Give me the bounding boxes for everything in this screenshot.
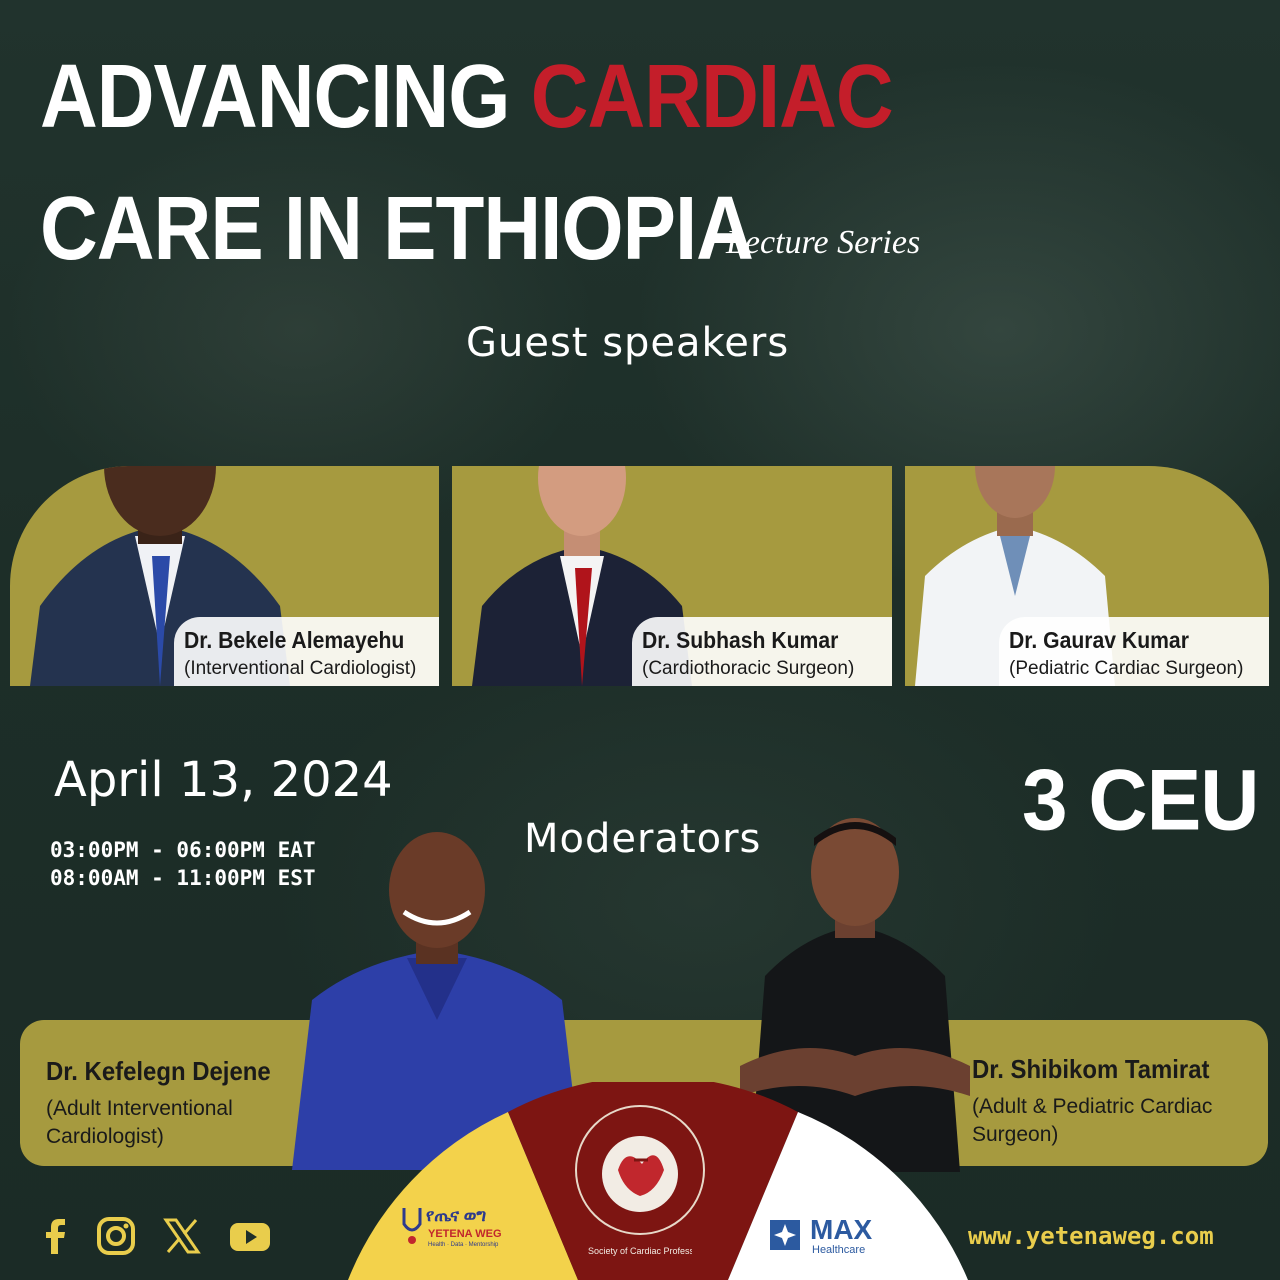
speaker-label-1: Dr. Bekele Alemayehu (Interventional Car… xyxy=(174,617,439,686)
society-emblem xyxy=(575,1105,705,1235)
speaker-role-3: (Pediatric Cardiac Surgeon) xyxy=(1009,658,1244,679)
youtube-icon[interactable] xyxy=(228,1216,272,1256)
ceu-badge: 3 CEU xyxy=(1022,753,1260,849)
moderator-name-1: Dr. Kefelegn Dejene xyxy=(46,1056,271,1086)
guest-speakers-heading: Guest speakers xyxy=(466,320,790,366)
facebook-icon[interactable] xyxy=(36,1216,76,1256)
event-date: April 13, 2024 xyxy=(54,752,393,808)
series-label: Lecture Series xyxy=(726,224,921,261)
moderator-role-2-line-1: (Adult & Pediatric Cardiac xyxy=(972,1095,1213,1118)
max-star-icon xyxy=(770,1220,800,1250)
max-logo-text: MAX xyxy=(810,1214,873,1245)
title-line-2: CARE IN ETHIOPIA xyxy=(40,178,754,279)
speaker-name-2: Dr. Subhash Kumar xyxy=(642,627,839,653)
title-highlight: CARDIAC xyxy=(530,46,894,147)
moderator-name-2: Dr. Shibikom Tamirat xyxy=(972,1054,1210,1084)
yetena-logo-text: YETENA WEG xyxy=(428,1228,502,1240)
speaker-card-1: Dr. Bekele Alemayehu (Interventional Car… xyxy=(10,466,439,686)
speaker-role-2: (Cardiothoracic Surgeon) xyxy=(642,658,855,679)
stethoscope-icon xyxy=(402,1208,422,1244)
instagram-icon[interactable] xyxy=(96,1216,136,1256)
event-poster: ADVANCING CARDIAC CARE IN ETHIOPIA Lectu… xyxy=(0,0,1280,1280)
speaker-card-3: Dr. Gaurav Kumar (Pediatric Cardiac Surg… xyxy=(905,466,1269,686)
event-times: 03:00PM - 06:00PM EAT 08:00AM - 11:00PM … xyxy=(50,836,316,893)
moderator-1-info: Dr. Kefelegn Dejene (Adult Interventiona… xyxy=(46,1056,290,1150)
yetena-tagline: Health · Data · Mentorship xyxy=(428,1242,499,1248)
moderator-role-1-line-2: Cardiologist) xyxy=(46,1124,164,1148)
website-link[interactable]: www.yetenaweg.com xyxy=(968,1222,1214,1250)
speaker-card-2: Dr. Subhash Kumar (Cardiothoracic Surgeo… xyxy=(452,466,892,686)
moderator-role-2: (Adult & Pediatric Cardiac Surgeon) xyxy=(972,1093,1230,1148)
title-line-1: ADVANCING CARDIAC xyxy=(40,51,894,142)
time-eat: 03:00PM - 06:00PM EAT xyxy=(50,838,316,862)
max-logo-sub: Healthcare xyxy=(812,1244,866,1256)
speaker-name-1: Dr. Bekele Alemayehu xyxy=(184,627,405,653)
moderator-role-1-line-1: (Adult Interventional xyxy=(46,1097,233,1120)
speaker-label-3: Dr. Gaurav Kumar (Pediatric Cardiac Surg… xyxy=(999,617,1269,686)
yetena-amharic: የጤና ወግ xyxy=(426,1206,487,1225)
x-icon[interactable] xyxy=(162,1216,202,1256)
moderator-role-2-line-2: Surgeon) xyxy=(972,1122,1059,1146)
moderator-role-1: (Adult Interventional Cardiologist) xyxy=(46,1095,290,1150)
speaker-role-1: (Interventional Cardiologist) xyxy=(184,658,417,679)
speaker-label-2: Dr. Subhash Kumar (Cardiothoracic Surgeo… xyxy=(632,617,892,686)
speaker-name-3: Dr. Gaurav Kumar xyxy=(1009,627,1189,653)
title-part-1: ADVANCING xyxy=(40,46,511,147)
society-text: Society of Cardiac Professionals - Ethio… xyxy=(588,1246,692,1256)
moderator-2-info: Dr. Shibikom Tamirat (Adult & Pediatric … xyxy=(972,1054,1230,1148)
time-est: 08:00AM - 11:00PM EST xyxy=(50,866,316,891)
